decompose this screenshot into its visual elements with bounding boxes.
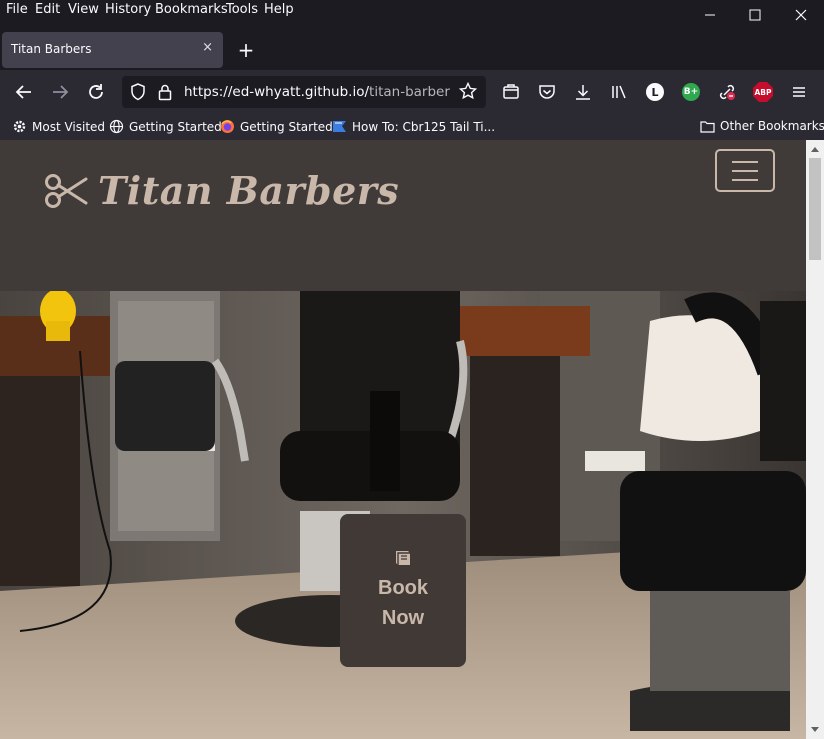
page-viewport: Titan Barbers Book Now <box>0 140 806 739</box>
book-now-button[interactable]: Book Now <box>340 514 466 667</box>
collections-button[interactable] <box>497 78 525 106</box>
menu-history[interactable]: History <box>105 2 151 17</box>
extension-blocker-button[interactable] <box>713 78 741 106</box>
lock-icon[interactable] <box>158 83 172 101</box>
firefox-icon <box>221 120 234 133</box>
book-icon <box>396 550 410 565</box>
url-path: titan-barbers/index.html <box>369 84 450 100</box>
pocket-icon <box>539 85 555 99</box>
adblock-plus-icon: ABP <box>753 82 773 102</box>
close-icon <box>795 9 807 21</box>
hero-image: Book Now <box>0 291 806 739</box>
hamburger-line <box>732 178 758 181</box>
extension-bplus-icon: B+ <box>682 83 700 101</box>
scrollbar-thumb[interactable] <box>809 158 821 260</box>
scroll-down-icon[interactable] <box>810 726 820 734</box>
forward-button[interactable] <box>46 78 74 106</box>
bookmarks-toolbar: Most Visited Getting Started Getting Sta… <box>0 114 824 140</box>
book-now-label: Book Now <box>378 576 428 629</box>
hamburger-line <box>732 160 758 163</box>
scissors-icon <box>45 173 88 208</box>
folder-icon <box>700 120 715 133</box>
menu-view[interactable]: View <box>68 2 99 17</box>
download-icon <box>576 85 590 100</box>
extension-bplus-button[interactable]: B+ <box>677 78 705 106</box>
navigation-toolbar: https://ed-whyatt.github.io/titan-barber… <box>0 70 824 114</box>
page-scrollbar[interactable] <box>806 140 824 739</box>
bookmark-label: Getting Started <box>129 119 222 134</box>
globe-icon <box>109 119 124 134</box>
tab-title: Titan Barbers <box>11 42 92 56</box>
other-bookmarks[interactable]: Other Bookmarks <box>700 119 824 133</box>
menu-help[interactable]: Help <box>264 2 294 17</box>
url-text[interactable]: https://ed-whyatt.github.io/titan-barber… <box>184 84 450 100</box>
extension-l-icon: L <box>646 83 664 101</box>
downloads-button[interactable] <box>569 78 597 106</box>
url-main: https://ed-whyatt.github.io/ <box>184 84 370 100</box>
link-blocked-icon <box>719 84 735 100</box>
star-icon[interactable] <box>459 82 477 100</box>
shield-icon[interactable] <box>130 83 146 101</box>
minimize-icon <box>705 14 715 16</box>
gear-icon <box>13 120 26 133</box>
bookmark-getting-started-2[interactable]: Getting Started <box>220 119 333 134</box>
site-logo[interactable]: Titan Barbers <box>44 168 399 213</box>
app-menu-button[interactable] <box>785 78 813 106</box>
scroll-up-icon[interactable] <box>810 145 820 153</box>
pocket-button[interactable] <box>533 78 561 106</box>
reload-button[interactable] <box>82 78 110 106</box>
tab-close-icon[interactable]: × <box>202 40 213 55</box>
tab-titan-barbers[interactable]: Titan Barbers × <box>2 32 223 68</box>
menu-edit[interactable]: Edit <box>35 2 60 17</box>
tab-bar: Titan Barbers × + <box>0 22 824 70</box>
library-button[interactable] <box>605 78 633 106</box>
navbar-toggle-button[interactable] <box>715 149 775 192</box>
menu-bookmarks[interactable]: Bookmarks <box>155 2 228 17</box>
bookmark-getting-started-1[interactable]: Getting Started <box>109 119 222 134</box>
bookmark-flag-icon <box>333 121 346 132</box>
menu-tools[interactable]: Tools <box>226 2 258 17</box>
hamburger-line <box>732 169 758 172</box>
reload-icon <box>89 84 103 99</box>
bookmark-label: How To: Cbr125 Tail Ti... <box>352 119 496 134</box>
bookmark-most-visited[interactable]: Most Visited <box>12 119 105 134</box>
bookmark-label: Most Visited <box>32 119 106 134</box>
new-tab-button[interactable]: + <box>234 38 258 62</box>
bookmark-label: Getting Started <box>240 119 333 134</box>
url-bar[interactable]: https://ed-whyatt.github.io/titan-barber… <box>122 76 486 108</box>
adblock-plus-button[interactable]: ABP <box>749 78 777 106</box>
other-bookmarks-label: Other Bookmarks <box>720 119 824 133</box>
bookmark-how-to[interactable]: How To: Cbr125 Tail Ti... <box>332 119 495 134</box>
folder-tab-icon <box>503 84 519 99</box>
extension-l-button[interactable]: L <box>641 78 669 106</box>
maximize-icon <box>749 9 761 21</box>
menu-icon <box>793 87 805 97</box>
arrow-right-icon <box>53 85 69 99</box>
menu-file[interactable]: File <box>6 2 28 17</box>
brand-name: Titan Barbers <box>98 168 400 213</box>
library-icon <box>612 85 626 99</box>
site-header: Titan Barbers <box>0 140 806 291</box>
back-button[interactable] <box>10 78 38 106</box>
arrow-left-icon <box>15 85 31 99</box>
